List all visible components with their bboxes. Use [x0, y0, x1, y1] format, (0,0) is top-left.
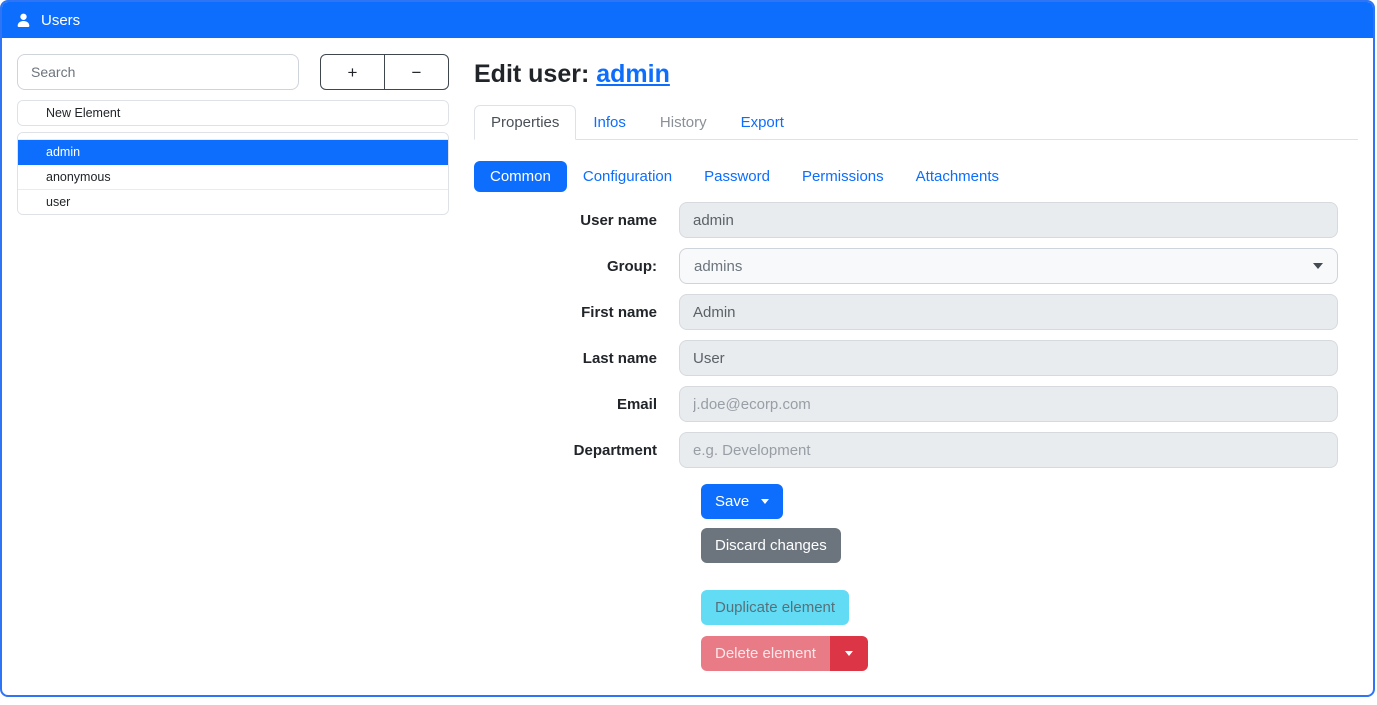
list-buttons: + −: [320, 54, 449, 90]
group-select-value: admins: [694, 258, 742, 275]
lastname-field: [679, 340, 1338, 376]
subtab-common[interactable]: Common: [474, 161, 567, 192]
list-item-empty: [18, 133, 448, 140]
list-item-admin[interactable]: admin: [18, 140, 448, 165]
list-item-anonymous[interactable]: anonymous: [18, 165, 448, 190]
subtab-permissions[interactable]: Permissions: [786, 161, 900, 192]
app-header: Users: [2, 2, 1373, 38]
lastname-label: Last name: [474, 350, 679, 367]
form-row: Group: admins: [474, 248, 1358, 284]
department-label: Department: [474, 442, 679, 459]
username-label: User name: [474, 212, 679, 229]
email-label: Email: [474, 396, 679, 413]
discard-changes-button[interactable]: Discard changes: [701, 528, 841, 563]
remove-element-button[interactable]: −: [384, 54, 449, 90]
page-title: Edit user: admin: [474, 60, 1358, 89]
save-button-label: Save: [715, 493, 749, 510]
department-field[interactable]: [679, 432, 1338, 468]
group-label: Group:: [474, 258, 679, 275]
form-actions: Save Discard changes Duplicate element D…: [701, 478, 1358, 671]
form-row: Last name: [474, 340, 1358, 376]
delete-split-button: Delete element: [701, 636, 868, 671]
form-row: Department: [474, 432, 1358, 468]
add-element-button[interactable]: +: [320, 54, 385, 90]
subtab-configuration[interactable]: Configuration: [567, 161, 688, 192]
form-row: Email: [474, 386, 1358, 422]
main-panel: Edit user: admin Properties Infos Histor…: [462, 54, 1358, 695]
tab-infos[interactable]: Infos: [576, 105, 643, 140]
tab-bar: Properties Infos History Export: [474, 105, 1358, 140]
sidebar: + − New Element admin anonymous user: [17, 54, 449, 695]
search-input[interactable]: [17, 54, 299, 90]
tab-properties[interactable]: Properties: [474, 105, 576, 140]
edited-user-link[interactable]: admin: [596, 60, 670, 88]
tab-history: History: [643, 105, 724, 140]
tab-export[interactable]: Export: [724, 105, 801, 140]
save-button[interactable]: Save: [701, 484, 783, 519]
delete-dropdown-toggle[interactable]: [830, 636, 868, 671]
email-field[interactable]: [679, 386, 1338, 422]
form-row: First name: [474, 294, 1358, 330]
delete-element-button: Delete element: [701, 636, 830, 671]
subtab-password[interactable]: Password: [688, 161, 786, 192]
list-item-new-element[interactable]: New Element: [18, 101, 448, 125]
page-title-prefix: Edit user:: [474, 60, 596, 88]
firstname-label: First name: [474, 304, 679, 321]
chevron-down-icon: [1313, 263, 1323, 269]
duplicate-element-button: Duplicate element: [701, 590, 849, 625]
subtab-bar: Common Configuration Password Permission…: [474, 161, 1358, 192]
list-item-user[interactable]: user: [18, 190, 448, 214]
username-field: [679, 202, 1338, 238]
person-icon: [15, 12, 32, 29]
subtab-attachments[interactable]: Attachments: [900, 161, 1015, 192]
sidebar-toolbar: + −: [17, 54, 449, 90]
firstname-field: [679, 294, 1338, 330]
form-row: User name: [474, 202, 1358, 238]
user-list: admin anonymous user: [17, 132, 449, 215]
users-window: Users + − New Element admin anonymous us…: [0, 0, 1375, 697]
app-body: + − New Element admin anonymous user Edi…: [2, 38, 1373, 695]
app-title: Users: [41, 12, 80, 29]
chevron-down-icon: [845, 651, 853, 656]
user-form: User name Group: admins First name Last …: [474, 202, 1358, 671]
new-element-list: New Element: [17, 100, 449, 126]
group-select[interactable]: admins: [679, 248, 1338, 284]
chevron-down-icon: [761, 499, 769, 504]
